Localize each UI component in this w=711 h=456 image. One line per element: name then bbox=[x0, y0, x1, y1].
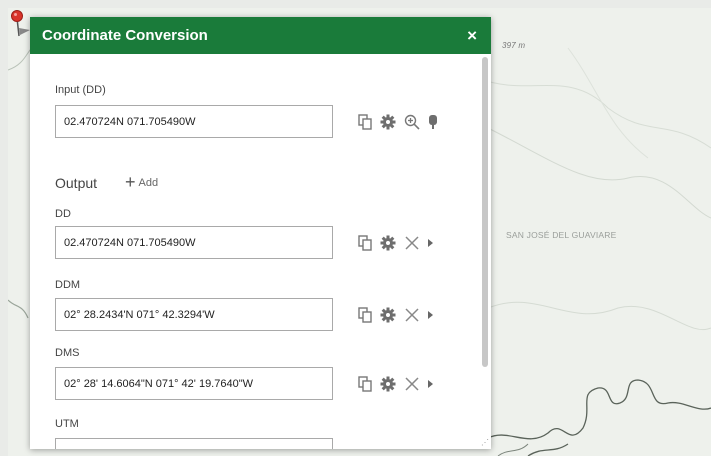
add-output-label: Add bbox=[138, 177, 159, 189]
copy-icon[interactable] bbox=[358, 114, 372, 130]
panel-scrollbar[interactable] bbox=[482, 57, 488, 367]
copy-icon[interactable] bbox=[358, 235, 372, 251]
output-coordinate-field[interactable] bbox=[55, 438, 333, 449]
output-coordinate-field[interactable]: 02.470724N 071.705490W bbox=[55, 226, 333, 259]
gear-icon[interactable] bbox=[380, 235, 396, 251]
map-pin-icon[interactable] bbox=[428, 114, 438, 130]
input-actions bbox=[358, 113, 438, 131]
map-place-label: SAN JOSÉ DEL GUAVIARE bbox=[506, 230, 617, 240]
copy-icon[interactable] bbox=[358, 376, 372, 392]
output-format-label: DD bbox=[55, 208, 71, 220]
add-output-button[interactable]: + Add bbox=[125, 172, 158, 193]
remove-icon[interactable] bbox=[404, 307, 420, 323]
expand-arrow-icon[interactable] bbox=[428, 379, 434, 389]
output-heading: Output bbox=[55, 175, 98, 191]
close-button[interactable]: × bbox=[467, 27, 477, 44]
plus-icon: + bbox=[125, 172, 136, 192]
map-scale-label: 397 m bbox=[502, 41, 526, 50]
expand-arrow-icon[interactable] bbox=[428, 238, 434, 248]
coordinate-conversion-panel: Coordinate Conversion × Input (DD) 02.47… bbox=[30, 17, 491, 449]
resize-grip-icon[interactable]: ⋰ bbox=[481, 438, 489, 447]
input-coordinate-field[interactable]: 02.470724N 071.705490W bbox=[55, 105, 333, 138]
output-coordinate-field[interactable]: 02° 28' 14.6064"N 071° 42' 19.7640"W bbox=[55, 367, 333, 400]
zoom-in-icon[interactable] bbox=[404, 114, 420, 130]
output-row-actions bbox=[358, 306, 434, 324]
output-coordinate-field[interactable]: 02° 28.2434'N 071° 42.3294'W bbox=[55, 298, 333, 331]
output-row-actions bbox=[358, 234, 434, 252]
copy-icon[interactable] bbox=[358, 307, 372, 323]
remove-icon[interactable] bbox=[404, 376, 420, 392]
output-format-label: UTM bbox=[55, 418, 79, 430]
output-row-actions bbox=[358, 375, 434, 393]
gear-icon[interactable] bbox=[380, 114, 396, 130]
expand-arrow-icon[interactable] bbox=[428, 310, 434, 320]
gear-icon[interactable] bbox=[380, 307, 396, 323]
panel-header: Coordinate Conversion × bbox=[30, 17, 491, 54]
remove-icon[interactable] bbox=[404, 235, 420, 251]
output-format-label: DMS bbox=[55, 347, 80, 359]
panel-title: Coordinate Conversion bbox=[42, 27, 208, 44]
output-format-label: DDM bbox=[55, 279, 81, 291]
gear-icon[interactable] bbox=[380, 376, 396, 392]
input-label: Input (DD) bbox=[55, 84, 106, 96]
